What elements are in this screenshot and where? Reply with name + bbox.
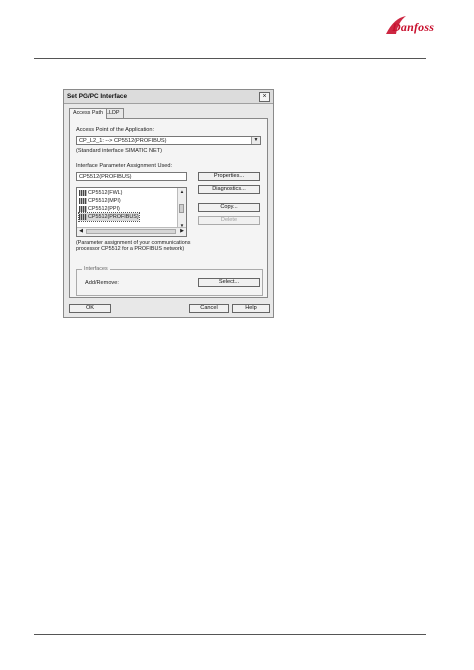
param-assignment-list[interactable]: CP5512(FWL) CP5512(MPI) CP5512(PPI) CP55… [76,187,187,237]
network-card-icon [79,197,87,204]
interfaces-group: Interfaces Add/Remove: Select... [76,266,263,296]
access-point-value: CP_L2_1: --> CP5512(PROFIBUS) [79,138,167,144]
network-card-icon [79,213,87,220]
footer-rule [34,634,426,635]
interfaces-group-label: Interfaces [82,266,110,272]
list-vertical-scrollbar[interactable]: ▲ ▼ [177,188,186,229]
scroll-right-icon[interactable]: ▶ [178,228,186,235]
header-rule [34,58,426,59]
access-point-label: Access Point of the Application: [76,127,155,133]
access-point-select[interactable]: CP_L2_1: --> CP5512(PROFIBUS) ▼ [76,136,261,145]
add-remove-label: Add/Remove: [85,280,119,286]
scroll-up-icon[interactable]: ▲ [178,188,186,195]
dialog-title: Set PG/PC Interface [67,93,128,100]
network-card-icon [79,189,87,196]
set-pgpc-interface-dialog: Set PG/PC Interface × Access Path LLDP A… [63,89,274,318]
access-path-panel: Access Point of the Application: CP_L2_1… [69,118,268,298]
properties-button[interactable]: Properties... [198,172,260,181]
list-item-selected[interactable]: CP5512(PROFIBUS) [78,212,140,222]
scroll-left-icon[interactable]: ◀ [77,228,85,235]
param-assignment-value: CP5512(PROFIBUS) [79,174,132,180]
list-item[interactable]: CP5512(PPI) [79,205,120,213]
danfoss-logo: Danfoss [392,20,435,34]
tab-access-path[interactable]: Access Path [69,108,107,119]
param-description: (Parameter assignment of your communicat… [76,240,191,253]
list-item[interactable]: CP5512(MPI) [79,197,121,205]
param-assignment-field[interactable]: CP5512(PROFIBUS) [76,172,187,181]
close-button[interactable]: × [259,92,270,102]
cancel-button[interactable]: Cancel [189,304,229,313]
param-assignment-label: Interface Parameter Assignment Used: [76,163,173,169]
access-point-note: (Standard interface SIMATIC NET) [76,148,163,154]
network-card-icon [79,205,87,212]
close-icon: × [262,93,267,100]
select-button[interactable]: Select... [198,278,260,287]
scroll-thumb[interactable] [179,204,184,213]
copy-button[interactable]: Copy... [198,203,260,212]
chevron-down-icon[interactable]: ▼ [251,137,260,144]
list-horizontal-scrollbar[interactable]: ◀ ▶ [77,227,186,236]
ok-button[interactable]: OK [69,304,111,313]
diagnostics-button[interactable]: Diagnostics... [198,185,260,194]
dialog-titlebar: Set PG/PC Interface × [64,90,273,104]
help-button[interactable]: Help [232,304,270,313]
list-item[interactable]: CP5512(FWL) [79,189,122,197]
delete-button: Delete [198,216,260,225]
scroll-thumb[interactable] [86,229,176,234]
